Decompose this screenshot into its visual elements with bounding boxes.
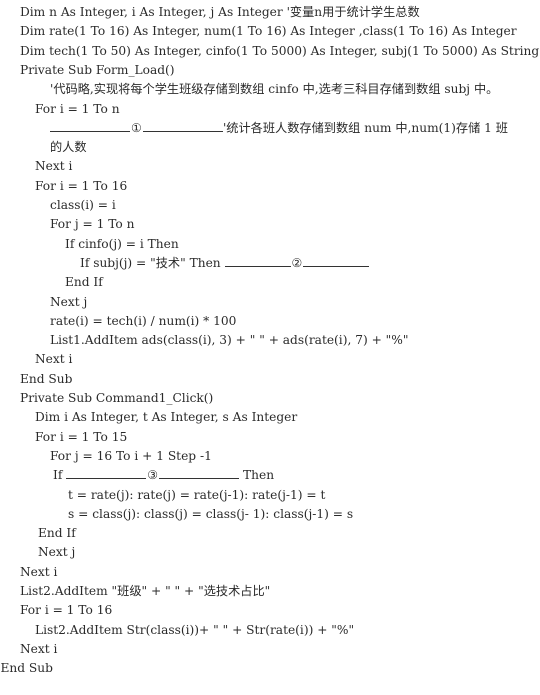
- code-text: If: [53, 468, 67, 483]
- code-comment: '统计各班人数存储到数组 num 中,num(1)存储 1 班: [222, 120, 508, 135]
- code-line: Dim tech(1 To 50) As Integer, cinfo(1 To…: [20, 43, 540, 58]
- code-line: Next j: [50, 294, 88, 309]
- code-line: List1.AddItem ads(class(i), 3) + " " + a…: [50, 333, 409, 348]
- blank-number-marker: ③: [147, 468, 159, 483]
- code-line: If ③ Then: [53, 466, 274, 485]
- code-line: Dim rate(1 To 16) As Integer, num(1 To 1…: [20, 24, 517, 39]
- code-line: Next j: [38, 545, 76, 560]
- code-line: class(i) = i: [50, 198, 116, 212]
- code-line: Next i: [35, 159, 73, 174]
- code-line: Next i: [20, 641, 58, 656]
- blank-number-marker: ②: [291, 255, 303, 270]
- answer-blank[interactable]: [142, 119, 223, 132]
- code-line: Dim i As Integer, t As Integer, s As Int…: [35, 410, 298, 425]
- code-line: For j = 16 To i + 1 Step -1: [50, 448, 212, 463]
- answer-blank[interactable]: [224, 254, 291, 267]
- code-comment: Then: [239, 468, 275, 483]
- code-line: Next i: [20, 564, 58, 579]
- code-line: 的人数: [50, 140, 87, 155]
- blank-number-marker: ①: [131, 120, 142, 135]
- answer-blank[interactable]: [303, 254, 370, 267]
- code-line: If subj(j) = "技术" Then ②: [80, 254, 370, 273]
- code-line: Dim n As Integer, i As Integer, j As Int…: [20, 5, 420, 19]
- code-line: '代码略,实现将每个学生班级存储到数组 cinfo 中,选考三科目存储到数组 s…: [50, 82, 499, 97]
- code-line: If cinfo(j) = i Then: [65, 236, 179, 251]
- code-line: ① '统计各班人数存储到数组 num 中,num(1)存储 1 班: [50, 119, 508, 138]
- answer-blank[interactable]: [66, 466, 147, 480]
- answer-blank[interactable]: [159, 466, 240, 480]
- code-line: Private Sub Form_Load(): [20, 62, 175, 77]
- answer-blank[interactable]: [50, 119, 130, 132]
- code-line: For i = 1 To 16: [35, 178, 128, 193]
- code-text: If subj(j) = "技术" Then: [80, 255, 225, 270]
- code-line: rate(i) = tech(i) / num(i) * 100: [50, 313, 237, 328]
- code-line: Next i: [35, 352, 73, 367]
- code-line: Private Sub Command1_Click(): [20, 391, 214, 405]
- code-line: For j = 1 To n: [50, 217, 135, 232]
- code-line: t = rate(j): rate(j) = rate(j-1): rate(j…: [68, 487, 326, 502]
- code-line: End If: [65, 275, 103, 290]
- code-line: End Sub: [0, 661, 53, 676]
- code-line: End Sub: [20, 371, 73, 386]
- code-line: s = class(j): class(j) = class(j- 1): cl…: [68, 506, 354, 521]
- code-line: For i = 1 To 15: [35, 429, 128, 444]
- code-line: End If: [38, 526, 76, 541]
- code-line: For i = 1 To n: [35, 101, 120, 116]
- code-line: List2.AddItem Str(class(i))+ " " + Str(r…: [35, 622, 355, 637]
- code-line: For i = 1 To 16: [20, 603, 113, 618]
- code-line: List2.AddItem "班级" + " " + "选技术占比": [20, 584, 271, 598]
